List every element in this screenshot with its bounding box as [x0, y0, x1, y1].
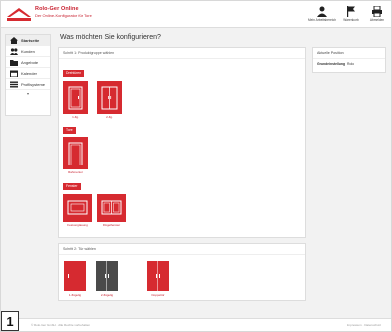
- sidebar-item-label: Profilsysteme: [21, 82, 46, 87]
- double-door-icon: [101, 86, 118, 110]
- folder-icon: [10, 60, 18, 66]
- tile-caption: Festverglasung: [67, 223, 88, 227]
- door-handle: [108, 274, 109, 278]
- list-icon: [10, 81, 18, 88]
- tile-caption: Rahmentor: [68, 170, 83, 174]
- door-handle: [68, 274, 69, 278]
- info-title: Aktuelle Position: [313, 48, 385, 59]
- tile-caption: 2-flügelig: [100, 293, 114, 297]
- door-selection-panel: Schritt 2: Tür wählen 1-flügelig 2-flüge…: [58, 243, 306, 301]
- sidebar-item-label: Kalender: [21, 71, 38, 76]
- workspace-button[interactable]: Mein Arbeitsbereich: [307, 6, 337, 26]
- footer-copyright: © Rolo-Ger GmbH · Alle Rechte vorbehalte…: [31, 323, 91, 327]
- door-option-3[interactable]: [147, 261, 169, 291]
- sidebar-item-label: Kunden: [21, 49, 35, 54]
- info-key: Grundeinstellung: [317, 62, 346, 66]
- calendar-icon: [10, 70, 18, 77]
- tile-caption: 1-flügelig: [68, 293, 82, 297]
- tile-caption: Flügelfenster: [102, 223, 121, 227]
- brand-subtitle: Der Online-Konfigurator für Tore: [35, 13, 92, 18]
- users-icon: [10, 48, 18, 55]
- product-tile-window-sash[interactable]: [97, 194, 126, 222]
- category-label-gates: Tore: [63, 127, 76, 134]
- category-label-doors: Drehtüren: [63, 70, 85, 77]
- sidebar-more-toggle[interactable]: ▾: [6, 90, 50, 98]
- single-door-icon: [68, 86, 83, 110]
- tile-caption: 2-flg.: [106, 115, 113, 119]
- product-tile-window-fixed[interactable]: [63, 194, 92, 222]
- sidebar-item-profiles[interactable]: Profilsysteme: [6, 79, 50, 90]
- sidebar-item-offers[interactable]: Angebote: [6, 57, 50, 68]
- brand-logo[interactable]: [7, 7, 31, 21]
- page-title: Was möchten Sie konfigurieren?: [60, 34, 161, 41]
- user-icon: [317, 6, 327, 17]
- home-icon: [10, 37, 18, 44]
- sidebar-item-customers[interactable]: Kunden: [6, 46, 50, 57]
- product-group-panel: Schritt 1: Produktgruppe wählen Drehtüre…: [58, 47, 306, 238]
- panel-heading: Schritt 1: Produktgruppe wählen: [59, 48, 305, 59]
- figure-number: 1: [1, 311, 19, 331]
- sidebar-item-calendar[interactable]: Kalender: [6, 68, 50, 79]
- print-icon: [372, 6, 382, 17]
- flag-icon: [347, 6, 355, 17]
- product-tile-gate[interactable]: [63, 137, 88, 169]
- logout-label: Abmelden: [369, 18, 385, 22]
- info-row: Grundeinstellung Rolo: [313, 59, 385, 69]
- brand-title: Rolo-Ger Online: [35, 6, 79, 12]
- tile-caption: 1-flg.: [72, 115, 79, 119]
- tile-caption: Doppeltür: [151, 293, 165, 297]
- product-tile-door-single[interactable]: [63, 81, 88, 114]
- category-label-windows: Fenster: [63, 183, 81, 190]
- sidebar-item-home[interactable]: Startseite: [6, 35, 50, 46]
- gate-frame-icon: [68, 142, 83, 165]
- product-tile-door-double[interactable]: [97, 81, 122, 114]
- footer-links[interactable]: Impressum · Datenschutz: [347, 323, 381, 327]
- position-info-panel: Aktuelle Position Grundeinstellung Rolo: [312, 47, 386, 73]
- window-fixed-icon: [67, 200, 88, 215]
- sidebar-item-label: Angebote: [21, 60, 39, 65]
- sidebar: Startseite Kunden Angebote Kalender Prof…: [5, 34, 51, 116]
- door-option-1[interactable]: [64, 261, 86, 291]
- window-sash-icon: [101, 200, 122, 215]
- panel-heading: Schritt 2: Tür wählen: [59, 244, 305, 255]
- door-handle: [156, 274, 157, 278]
- door-option-2[interactable]: [96, 261, 118, 291]
- door-handle: [105, 274, 106, 278]
- sidebar-item-label: Startseite: [21, 38, 40, 43]
- app-footer: © Rolo-Ger GmbH · Alle Rechte vorbehalte…: [1, 318, 391, 331]
- logout-button[interactable]: Abmelden: [362, 6, 392, 26]
- app-header: Rolo-Ger Online Der Online-Konfigurator …: [1, 1, 391, 28]
- info-value: Rolo: [347, 62, 354, 66]
- workspace-label: Mein Arbeitsbereich: [308, 18, 336, 22]
- door-handle: [159, 274, 160, 278]
